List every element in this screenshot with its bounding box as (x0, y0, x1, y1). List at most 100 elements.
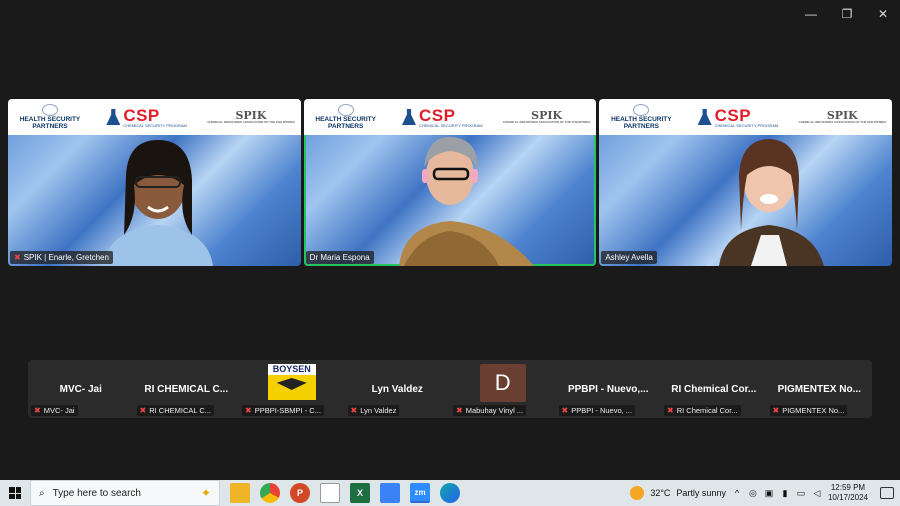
zoom-icon[interactable]: zm (410, 483, 430, 503)
mic-muted-icon: ✖ (350, 406, 358, 415)
participant-thumbnail[interactable]: D ✖ Mabuhay Vinyl ... (450, 360, 556, 418)
csp-subtitle: CHEMICAL SECURITY PROGRAM (418, 122, 483, 128)
chevron-up-icon[interactable]: ^ (732, 488, 742, 498)
notepad-icon[interactable] (320, 483, 340, 503)
participant-name-tag: ✖ RI Chemical Cor... (664, 405, 741, 416)
participant-name: PPBPI-SBMPI - C... (254, 406, 321, 415)
participant-name: PIGMENTEX No... (782, 406, 845, 415)
participant-display-name: PIGMENTEX No... (777, 383, 861, 395)
boysen-logo: BOYSEN (267, 364, 316, 400)
hsp-subtitle: PARTNERS (32, 122, 68, 130)
spik-logo: SPIK CHEMICAL INDUSTRIES ASSOCIATION OF T… (207, 110, 294, 124)
hsp-logo: HEALTH SECURITY PARTNERS (14, 103, 86, 131)
system-tray: 32°C Partly sunny ^ ◎ ▣ ▮ ▭ ◁ 12:59 PM 10… (630, 483, 900, 502)
excel-icon[interactable]: X (350, 483, 370, 503)
windows-logo-icon (9, 487, 21, 499)
participant-display-name: RI CHEMICAL C... (144, 383, 229, 395)
participant-name: SPIK | Enarle, Gretchen (23, 253, 109, 262)
participant-name-tag: ✖ SPIK | Enarle, Gretchen (10, 251, 113, 264)
csp-title: CSP (123, 105, 160, 125)
volume-icon[interactable]: ◁ (812, 488, 822, 498)
participant-name-tag: Dr Maria Espona (305, 251, 374, 264)
participant-strip: MVC- Jai ✖ MVC- Jai RI CHEMICAL C... ✖ RI CH… (28, 360, 872, 418)
mic-muted-icon: ✖ (139, 406, 147, 415)
participant-display-name: RI Chemical Cor... (671, 383, 757, 395)
taskbar-search-box[interactable]: ⌕ Type here to search ✦ (30, 480, 220, 506)
participant-thumbnail[interactable]: BOYSEN ✖ PPBPI-SBMPI - C... (239, 360, 345, 418)
spik-subtitle: CHEMICAL INDUSTRIES ASSOCIATION OF THE P… (502, 120, 591, 124)
participant-name-tag: Ashley Avella (601, 251, 657, 264)
csp-title: CSP (714, 105, 752, 125)
microphone-icon[interactable]: ▮ (780, 488, 790, 498)
meet-now-icon[interactable]: ▣ (764, 488, 774, 498)
event-banner: HEALTH SECURITY PARTNERS CSP CHEMICAL SECU… (599, 99, 893, 135)
video-tile[interactable]: HEALTH SECURITY PARTNERS CSP CHEMICAL SECU… (8, 99, 301, 266)
participant-name: Mabuhay Vinyl ... (465, 406, 524, 415)
participant-name: Ashley Avella (605, 253, 653, 262)
hsp-logo: HEALTH SECURITY PARTNERS (310, 103, 382, 131)
chrome-icon[interactable] (260, 483, 280, 503)
participant-video (103, 140, 213, 266)
weather-description[interactable]: Partly sunny (676, 488, 726, 498)
avatar: D (479, 364, 526, 402)
participant-video (719, 139, 825, 266)
video-tile-active-speaker[interactable]: HEALTH SECURITY PARTNERS CSP CHEMICAL SECU… (303, 99, 597, 266)
spik-logo: SPIK CHEMICAL INDUSTRIES ASSOCIATION OF T… (503, 110, 590, 124)
file-explorer-icon[interactable] (230, 483, 250, 503)
clock[interactable]: 12:59 PM 10/17/2024 (828, 483, 868, 502)
participant-thumbnail[interactable]: MVC- Jai ✖ MVC- Jai (28, 360, 134, 418)
weather-icon[interactable] (630, 486, 645, 500)
powerpoint-icon[interactable]: P (290, 483, 310, 503)
participant-thumbnail[interactable]: PPBPI - Nuevo,... ✖ PPBPI - Nuevo, ... (556, 360, 662, 418)
taskbar-apps: P X zm (230, 483, 460, 503)
restore-button[interactable]: ❐ (838, 6, 856, 22)
participant-name: MVC- Jai (43, 406, 75, 415)
participant-display-name: PPBPI - Nuevo,... (567, 383, 649, 395)
search-placeholder: Type here to search (52, 487, 141, 499)
mic-muted-icon: ✖ (245, 406, 252, 415)
video-gallery: HEALTH SECURITY PARTNERS CSP CHEMICAL SECU… (8, 99, 893, 266)
boysen-logo-text: BOYSEN (267, 364, 316, 375)
mic-muted-icon: ✖ (14, 253, 21, 262)
participant-name: RI CHEMICAL C... (149, 406, 212, 415)
start-button[interactable] (0, 480, 30, 506)
flask-icon (106, 109, 121, 125)
battery-icon[interactable]: ▭ (796, 488, 806, 498)
participant-name-tag: ✖ PPBPI - Nuevo, ... (558, 405, 636, 416)
participant-name-tag: ✖ Lyn Valdez (347, 405, 400, 416)
event-banner: HEALTH SECURITY PARTNERS CSP CHEMICAL SECU… (8, 99, 301, 135)
participant-thumbnail[interactable]: RI CHEMICAL C... ✖ RI CHEMICAL C... (134, 360, 240, 418)
participant-name-tag: ✖ PPBPI-SBMPI - C... (242, 405, 324, 416)
snipping-tool-icon[interactable] (380, 483, 400, 503)
participant-display-name: Lyn Valdez (371, 383, 423, 395)
flask-icon (401, 109, 416, 125)
spik-subtitle: CHEMICAL INDUSTRIES ASSOCIATION OF THE P… (798, 120, 886, 124)
spik-logo: SPIK CHEMICAL INDUSTRIES ASSOCIATION OF T… (799, 110, 886, 124)
weather-temp[interactable]: 32°C (650, 488, 670, 498)
participant-thumbnail[interactable]: Lyn Valdez ✖ Lyn Valdez (345, 360, 451, 418)
mic-muted-icon: ✖ (561, 406, 569, 415)
participant-name: RI Chemical Cor... (676, 406, 738, 415)
video-tile[interactable]: HEALTH SECURITY PARTNERS CSP CHEMICAL SECU… (599, 99, 893, 266)
zoom-meeting-window: — ❐ ✕ HEALTH SECURITY PARTNERS CSP CHEMICA… (0, 0, 900, 480)
participant-name-tag: ✖ MVC- Jai (31, 405, 78, 416)
csp-subtitle: CHEMICAL SECURITY PROGRAM (123, 122, 187, 128)
notification-icon[interactable] (880, 487, 894, 499)
participant-thumbnail[interactable]: PIGMENTEX No... ✖ PIGMENTEX No... (767, 360, 873, 418)
hsp-subtitle: PARTNERS (623, 122, 659, 130)
csp-logo: CSP CHEMICAL SECURITY PROGRAM (106, 107, 187, 128)
search-icon: ⌕ (39, 487, 45, 499)
csp-logo: CSP CHEMICAL SECURITY PROGRAM (401, 107, 483, 128)
hsp-subtitle: PARTNERS (328, 122, 364, 130)
close-button[interactable]: ✕ (874, 6, 892, 22)
windows-taskbar: ⌕ Type here to search ✦ P X zm 32°C Part… (0, 480, 900, 506)
minimize-button[interactable]: — (802, 6, 820, 22)
eagle-icon (276, 378, 307, 390)
csp-logo: CSP CHEMICAL SECURITY PROGRAM (697, 105, 778, 128)
participant-thumbnail[interactable]: RI Chemical Cor... ✖ RI Chemical Cor... (661, 360, 767, 418)
edge-icon[interactable] (440, 483, 460, 503)
participant-name: Lyn Valdez (360, 406, 397, 415)
mic-muted-icon: ✖ (34, 406, 41, 415)
viber-icon[interactable]: ◎ (748, 488, 758, 498)
mic-muted-icon: ✖ (772, 406, 780, 415)
